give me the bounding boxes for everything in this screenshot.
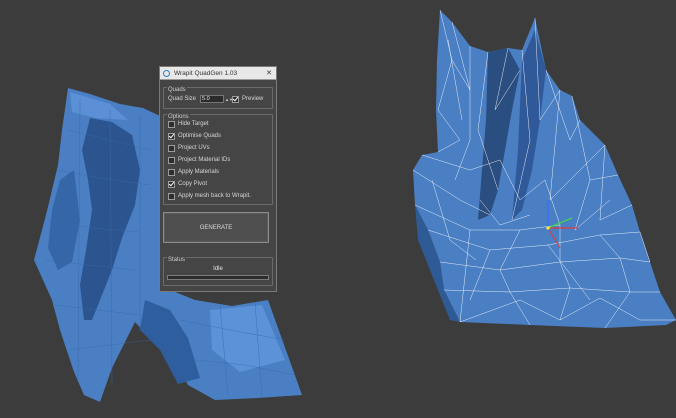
option-checkbox[interactable]: [168, 180, 175, 188]
quad-size-spinner-icon[interactable]: ▲▼: [225, 97, 233, 101]
status-text: Idle: [213, 266, 223, 272]
option-row[interactable]: Copy Pivot: [168, 180, 207, 188]
status-progress-bar: [167, 275, 269, 280]
quad-size-row: Quad Size 5.0 ▲▼ Preview: [168, 95, 263, 103]
option-row[interactable]: Apply Materials: [168, 168, 219, 176]
dialog-titlebar[interactable]: Wrapit QuadGen 1.03 ✕: [160, 67, 276, 80]
option-checkbox[interactable]: [168, 192, 175, 200]
wrapit-app-icon: [163, 69, 170, 77]
generate-button[interactable]: GENERATE: [163, 212, 269, 243]
option-row[interactable]: Hide Target: [168, 120, 209, 128]
quad-size-input[interactable]: 5.0: [200, 95, 225, 103]
option-checkbox[interactable]: [168, 132, 175, 140]
wrapit-quadgen-dialog[interactable]: Wrapit QuadGen 1.03 ✕ Quads Quad Size 5.…: [159, 66, 277, 292]
close-icon[interactable]: ✕: [265, 70, 273, 77]
quads-group: Quads Quad Size 5.0 ▲▼ Preview: [163, 87, 273, 109]
wire-mesh-body: [413, 10, 676, 328]
option-label: Hide Target: [178, 121, 209, 127]
option-label: Copy Pivot: [178, 181, 208, 187]
quad-size-label: Quad Size: [168, 96, 197, 102]
option-checkbox[interactable]: [168, 156, 175, 164]
option-checkbox[interactable]: [168, 168, 175, 176]
option-label: Apply mesh back to Wrapit.: [178, 193, 251, 199]
option-label: Optimise Quads: [178, 133, 222, 139]
option-row[interactable]: Project UVs: [168, 144, 210, 152]
option-label: Project UVs: [178, 145, 210, 151]
status-group: Status Idle: [163, 257, 273, 286]
quads-group-label: Quads: [167, 87, 187, 93]
option-label: Apply Materials: [178, 169, 220, 175]
preview-checkbox[interactable]: [232, 95, 240, 103]
option-row[interactable]: Optimise Quads: [168, 132, 221, 140]
dialog-title: Wrapit QuadGen 1.03: [174, 69, 238, 77]
3d-viewport[interactable]: [0, 0, 676, 418]
option-label: Project Material IDs: [178, 157, 231, 163]
options-group: Options Hide Target Optimise Quads Project…: [163, 114, 273, 205]
option-checkbox[interactable]: [168, 120, 175, 128]
status-group-label: Status: [167, 257, 187, 263]
source-wire-mesh[interactable]: [412, 9, 676, 329]
option-row[interactable]: Project Material IDs: [168, 156, 230, 164]
option-row[interactable]: Apply mesh back to Wrapit.: [168, 192, 251, 200]
preview-label: Preview: [242, 96, 264, 102]
option-checkbox[interactable]: [168, 144, 175, 152]
